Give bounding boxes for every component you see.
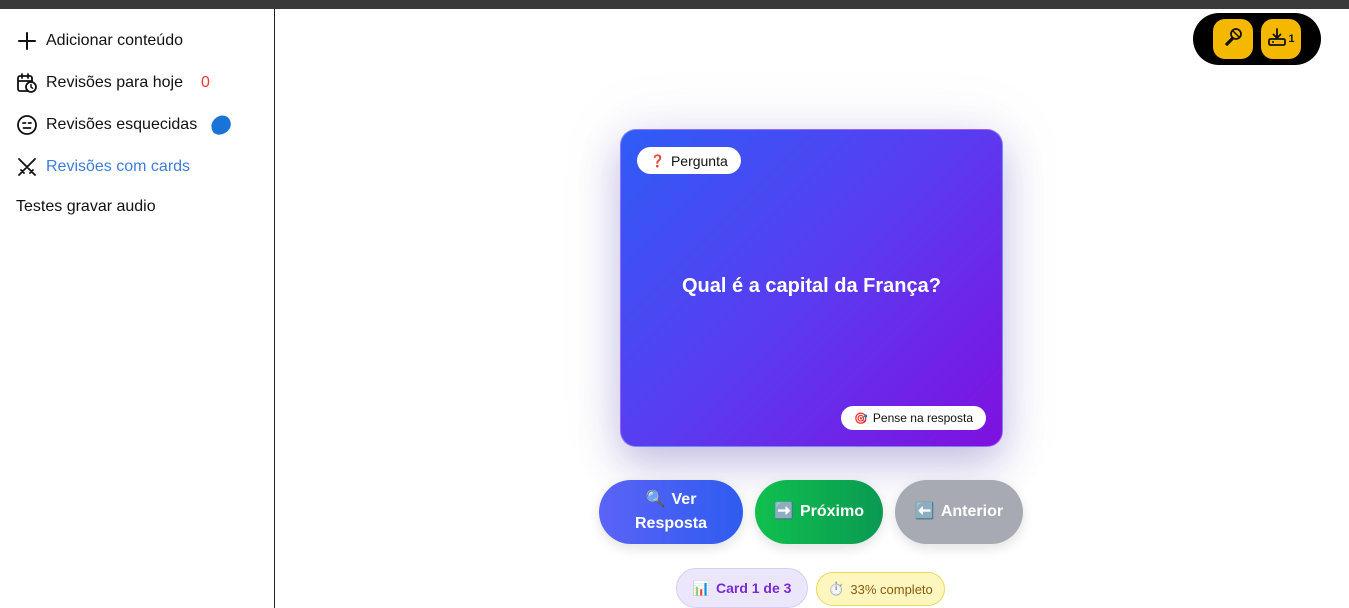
arrow-right-icon: ➡️ <box>774 503 794 520</box>
arrow-left-icon: ⬅️ <box>914 503 935 520</box>
microphone-button[interactable] <box>1213 19 1253 59</box>
main-content: 1 ❓ Pergunta Qual é a capital da França?… <box>276 9 1349 608</box>
stopwatch-icon: ⏱️ <box>828 581 845 596</box>
download-tray-icon <box>1267 27 1287 52</box>
download-count: 1 <box>1288 33 1295 45</box>
sidebar-item-label: Revisões com cards <box>46 158 191 175</box>
sidebar-item-label: Adicionar conteúdo <box>46 32 183 49</box>
show-answer-label-line1: Ver <box>671 491 697 508</box>
sidebar-item-label: Testes gravar audio <box>16 198 156 215</box>
previous-label: Anterior <box>940 503 1004 520</box>
floating-toolbar: 1 <box>1193 13 1321 65</box>
target-icon: 🎯 <box>854 412 868 425</box>
hint-badge: 🎯 Pense na resposta <box>841 406 986 430</box>
card-counter-label: Card 1 de 3 <box>715 580 792 596</box>
progress-badge: ⏱️ 33% completo <box>816 572 945 606</box>
card-counter-badge: 📊 Card 1 de 3 <box>676 568 808 608</box>
previous-button[interactable]: ⬅️ Anterior <box>895 480 1023 544</box>
crossed-swords-icon <box>16 156 38 178</box>
review-count-badge: 0 <box>200 74 210 91</box>
sidebar-item-label: Revisões esquecidas <box>46 116 198 133</box>
sidebar-item-add-content[interactable]: Adicionar conteúdo <box>16 30 183 52</box>
next-button[interactable]: ➡️ Próximo <box>755 480 883 544</box>
sidebar-item-reviews-today[interactable]: Revisões para hoje 0 <box>16 72 210 94</box>
show-answer-button[interactable]: 🔍 Ver Resposta <box>599 480 743 544</box>
calendar-clock-icon <box>16 72 38 94</box>
sidebar-item-card-reviews[interactable]: Revisões com cards <box>16 156 190 178</box>
chart-icon: 📊 <box>692 579 710 596</box>
question-mark-icon: ❓ <box>650 153 665 168</box>
window-top-bar <box>0 0 1349 9</box>
neutral-face-icon <box>16 114 38 136</box>
microphone-icon <box>1222 26 1244 53</box>
sidebar-item-audio-tests[interactable]: Testes gravar audio <box>16 198 156 216</box>
question-text: Qual é a capital da França? <box>682 275 941 297</box>
hint-label: Pense na resposta <box>872 411 973 425</box>
question-badge: ❓ Pergunta <box>637 147 741 174</box>
sidebar: Adicionar conteúdo Revisões para hoje 0 … <box>0 9 275 608</box>
show-answer-label-line2: Resposta <box>634 515 708 532</box>
plus-icon <box>16 30 38 52</box>
sidebar-item-forgotten-reviews[interactable]: Revisões esquecidas <box>16 113 234 137</box>
blue-blob-indicator <box>208 113 234 137</box>
magnifier-icon: 🔍 <box>645 491 666 508</box>
question-badge-label: Pergunta <box>670 152 728 169</box>
flashcard[interactable]: ❓ Pergunta Qual é a capital da França? 🎯… <box>620 129 1003 447</box>
next-label: Próximo <box>799 503 864 520</box>
download-button[interactable]: 1 <box>1261 19 1301 59</box>
sidebar-item-label: Revisões para hoje <box>46 74 183 91</box>
progress-label: 33% completo <box>850 581 933 597</box>
